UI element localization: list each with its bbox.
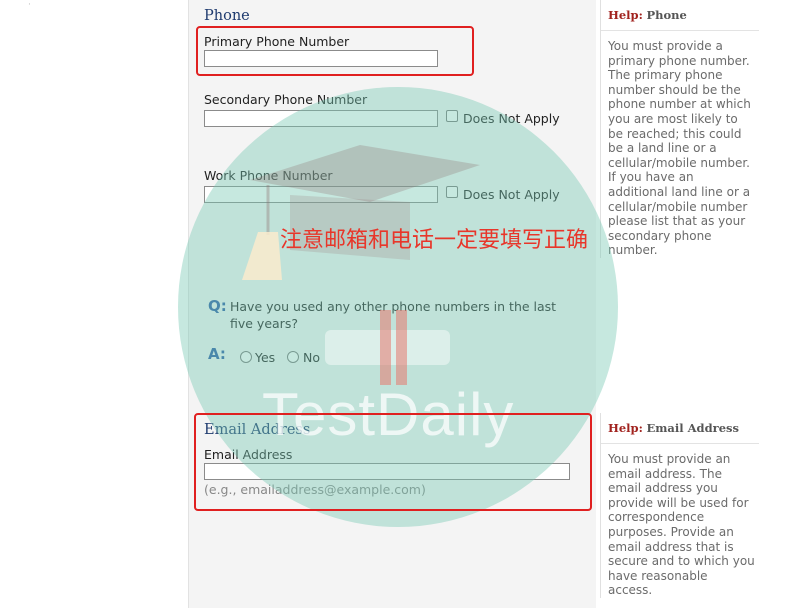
help-panel-email: Help: Email Address You must provide an …	[600, 413, 759, 598]
highlight-box-email	[194, 413, 592, 511]
phone-section-title: Phone	[204, 8, 250, 24]
left-margin: ·	[0, 0, 188, 608]
help-prefix: Help:	[608, 8, 643, 22]
annotation-text: 注意邮箱和电话一定要填写正确	[280, 228, 589, 253]
help-text-phone: You must provide a primary phone number.…	[608, 39, 751, 258]
help-header-phone: Help: Phone	[601, 0, 759, 31]
help-topic: Phone	[646, 8, 687, 22]
page-fragment-mark: ·	[28, 0, 31, 10]
graduation-cap-icon	[242, 145, 480, 385]
help-text-email: You must provide an email address. The e…	[608, 452, 755, 598]
highlight-box-primary-phone	[196, 26, 474, 76]
help-header-email: Help: Email Address	[601, 413, 759, 444]
help-prefix: Help:	[608, 421, 643, 435]
help-topic: Email Address	[646, 421, 739, 435]
help-panel-phone: Help: Phone You must provide a primary p…	[600, 0, 759, 258]
